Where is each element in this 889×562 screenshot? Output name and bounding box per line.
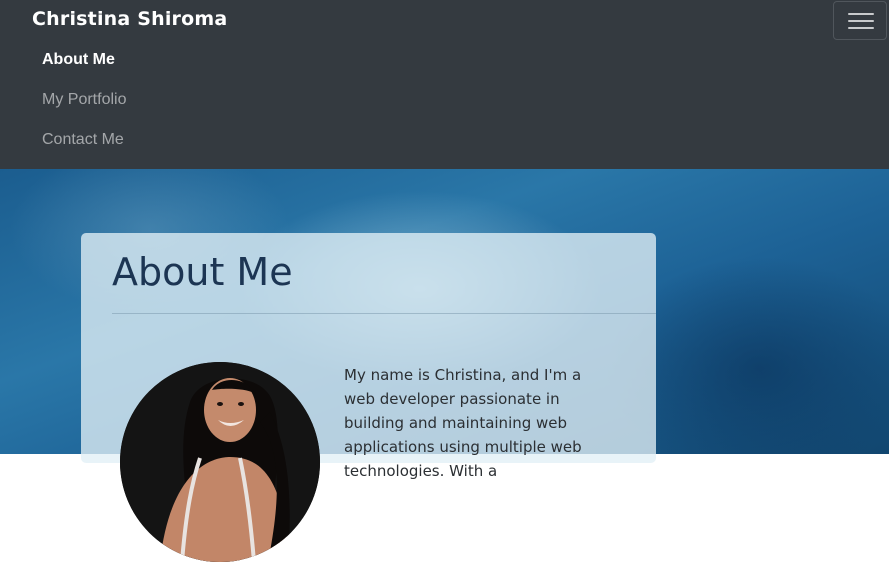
navbar-toggler-button[interactable]: [833, 1, 887, 40]
profile-photo: [120, 362, 320, 562]
profile-photo-image: [120, 362, 320, 562]
bio-text: My name is Christina, and I'm a web deve…: [344, 366, 582, 480]
title-divider: [112, 313, 656, 314]
nav-link-contact-me[interactable]: Contact Me: [42, 131, 124, 149]
about-card: About Me My name is Christina, and I'm a…: [81, 233, 656, 562]
nav-link-about-me[interactable]: About Me: [42, 51, 115, 69]
about-title: About Me: [112, 250, 293, 294]
nav-link-my-portfolio[interactable]: My Portfolio: [42, 91, 126, 109]
navbar: Christina Shiroma About Me My Portfolio …: [0, 0, 889, 169]
brand-link[interactable]: Christina Shiroma: [32, 8, 227, 30]
